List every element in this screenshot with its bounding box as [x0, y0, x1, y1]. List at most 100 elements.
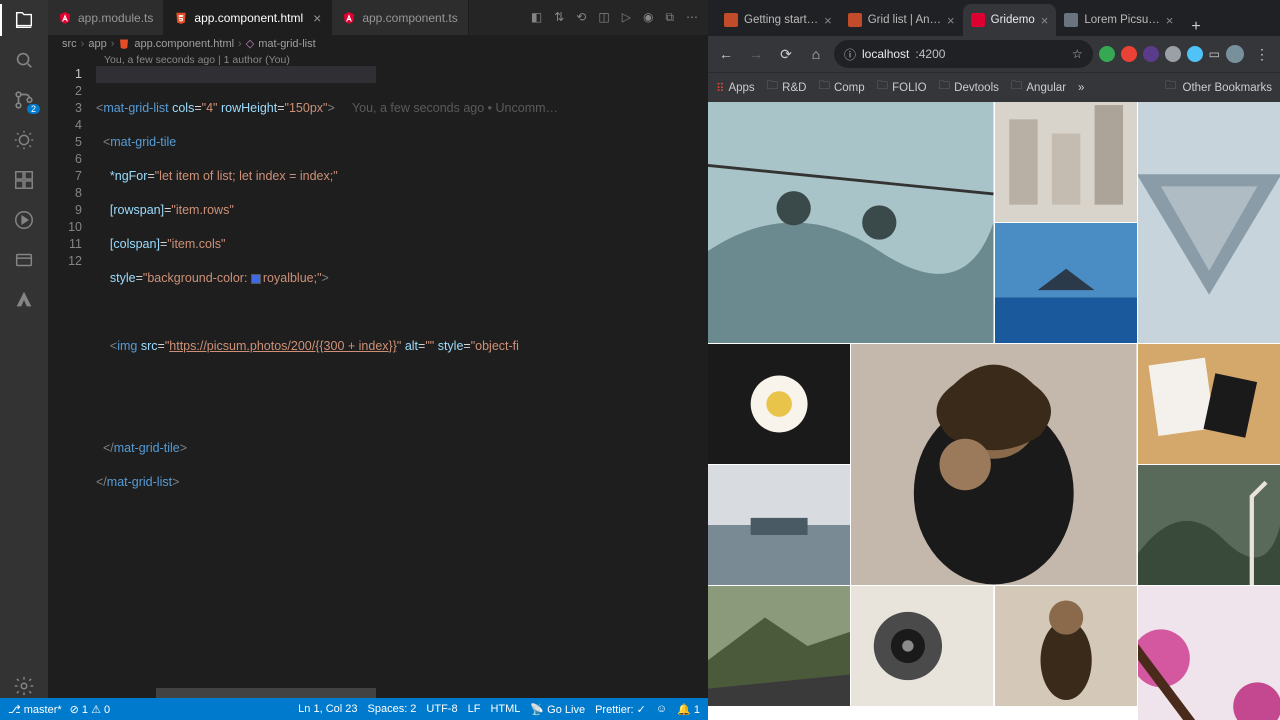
- tab-app-module[interactable]: app.module.ts: [48, 0, 164, 35]
- chrome-tab-getting-started[interactable]: Getting start… ×: [716, 4, 840, 36]
- tab-label: Lorem Picsu…: [1084, 14, 1159, 26]
- split-icon[interactable]: ◫: [598, 10, 609, 25]
- star-icon[interactable]: ☆: [1072, 47, 1083, 61]
- url-host: localhost: [862, 47, 909, 61]
- other-bookmarks[interactable]: 🗀Other Bookmarks: [1165, 78, 1272, 97]
- cast-icon[interactable]: ▭: [1209, 47, 1220, 61]
- extensions-icon[interactable]: [12, 168, 36, 192]
- codelens[interactable]: You, a few seconds ago | 1 author (You): [48, 54, 708, 66]
- extension-icon[interactable]: [1099, 46, 1115, 62]
- chrome-tab-lorempicsum[interactable]: Lorem Picsu… ×: [1056, 4, 1181, 36]
- tab-label: Grid list | An…: [868, 14, 941, 26]
- layout-icon[interactable]: ⧉: [665, 10, 674, 25]
- bookmark-folder[interactable]: 🗀Comp: [818, 78, 864, 97]
- page-viewport[interactable]: [708, 102, 1280, 720]
- close-icon[interactable]: ×: [947, 13, 955, 28]
- open-changes-icon[interactable]: ⟲: [576, 10, 586, 25]
- container-icon[interactable]: [12, 248, 36, 272]
- status-bar: ⎇ master* ⊘ 1 ⚠ 0 Ln 1, Col 23 Spaces: 2…: [0, 698, 708, 720]
- feedback-icon[interactable]: ☺: [656, 703, 667, 715]
- scm-badge: 2: [27, 104, 40, 114]
- close-icon[interactable]: ×: [1041, 13, 1049, 28]
- close-icon[interactable]: ×: [313, 10, 321, 26]
- vscode-main: 2 app.module.ts app.component.html× app.…: [0, 0, 708, 698]
- grid-tile: [1138, 344, 1280, 464]
- bookmarks-overflow[interactable]: »: [1078, 82, 1084, 94]
- chrome-tab-gridlist[interactable]: Grid list | An… ×: [840, 4, 963, 36]
- apps-button[interactable]: ⠿Apps: [716, 81, 755, 95]
- editor-tab-row: app.module.ts app.component.html× app.co…: [48, 0, 708, 35]
- extension-icon[interactable]: [1165, 46, 1181, 62]
- cursor-position[interactable]: Ln 1, Col 23: [298, 703, 357, 715]
- encoding-indicator[interactable]: UTF-8: [426, 703, 457, 715]
- color-swatch-icon[interactable]: [251, 274, 261, 284]
- favicon-icon: [724, 13, 738, 27]
- profile-icon[interactable]: [1226, 45, 1244, 63]
- tab-app-component-html[interactable]: app.component.html×: [164, 0, 332, 35]
- code-editor[interactable]: 123456789101112 <mat-grid-list cols="4" …: [48, 66, 708, 688]
- bookmark-folder[interactable]: 🗀FOLIO: [877, 78, 927, 97]
- breadcrumbs[interactable]: src› app› app.component.html› ◇ mat-grid…: [48, 35, 708, 52]
- breadcrumb-item[interactable]: src: [62, 38, 77, 50]
- line-gutter: 123456789101112: [48, 66, 96, 688]
- tab-label: Getting start…: [744, 14, 818, 26]
- grid-tile: [708, 102, 994, 343]
- tab-label: app.component.ts: [362, 11, 457, 25]
- home-button[interactable]: ⌂: [804, 42, 828, 66]
- language-indicator[interactable]: HTML: [490, 703, 520, 715]
- extension-icon[interactable]: [1121, 46, 1137, 62]
- favicon-icon: [1064, 13, 1078, 27]
- grid-tile: [708, 586, 850, 706]
- new-tab-button[interactable]: +: [1181, 18, 1210, 36]
- chrome-toolbar: ← → ⟳ ⌂ ⓘ localhost :4200 ☆ ▭ ⋮: [708, 36, 1280, 72]
- blame-annotation: You, a few seconds ago • Uncomm…: [352, 101, 558, 115]
- chrome-tab-gridemo[interactable]: Gridemo×: [963, 4, 1057, 36]
- prettier-indicator[interactable]: Prettier: ✓: [595, 703, 646, 716]
- close-icon[interactable]: ×: [1166, 13, 1174, 28]
- extension-icon[interactable]: [1143, 46, 1159, 62]
- more-icon[interactable]: ⋯: [686, 10, 698, 25]
- address-bar[interactable]: ⓘ localhost :4200 ☆: [834, 40, 1093, 68]
- eol-indicator[interactable]: LF: [468, 703, 481, 715]
- grid-tile: [851, 586, 993, 706]
- bookmark-folder[interactable]: 🗀Devtools: [939, 78, 999, 97]
- back-button[interactable]: ←: [714, 42, 738, 66]
- preview-icon[interactable]: ▷: [622, 10, 631, 25]
- azure-icon[interactable]: [12, 288, 36, 312]
- bookmark-folder[interactable]: 🗀Angular: [1011, 78, 1066, 97]
- problems-indicator[interactable]: ⊘ 1 ⚠ 0: [70, 703, 111, 716]
- explorer-icon[interactable]: [12, 8, 36, 32]
- close-icon[interactable]: ×: [824, 13, 832, 28]
- scm-icon[interactable]: 2: [12, 88, 36, 112]
- debug-icon[interactable]: [12, 128, 36, 152]
- reload-button[interactable]: ⟳: [774, 42, 798, 66]
- forward-button[interactable]: →: [744, 42, 768, 66]
- compare-icon[interactable]: ◧: [531, 10, 542, 25]
- bookmark-folder[interactable]: 🗀R&D: [767, 78, 807, 97]
- golive-button[interactable]: 📡 Go Live: [530, 703, 585, 716]
- tab-actions: ◧ ⇅ ⟲ ◫ ▷ ◉ ⧉ ⋯: [521, 10, 708, 25]
- extensions-row: ▭ ⋮: [1099, 42, 1274, 66]
- extension-icon[interactable]: [1187, 46, 1203, 62]
- indent-indicator[interactable]: Spaces: 2: [368, 703, 417, 715]
- branch-indicator[interactable]: ⎇ master*: [8, 703, 62, 716]
- grid-tile: [1138, 465, 1280, 585]
- grid-tile: [708, 344, 850, 464]
- search-icon[interactable]: [12, 48, 36, 72]
- menu-icon[interactable]: ⋮: [1250, 42, 1274, 66]
- run-icon[interactable]: [12, 208, 36, 232]
- code-content[interactable]: <mat-grid-list cols="4" rowHeight="150px…: [96, 66, 708, 688]
- site-info-icon[interactable]: ⓘ: [844, 46, 856, 63]
- horizontal-scrollbar[interactable]: [96, 688, 708, 698]
- run-icon[interactable]: ◉: [643, 10, 653, 25]
- breadcrumb-item[interactable]: app.component.html: [134, 38, 234, 50]
- tab-label: app.module.ts: [78, 11, 153, 25]
- tab-app-component-ts[interactable]: app.component.ts: [332, 0, 468, 35]
- breadcrumb-item[interactable]: mat-grid-list: [258, 38, 315, 50]
- diff-icon[interactable]: ⇅: [554, 10, 564, 25]
- breadcrumb-item[interactable]: app: [88, 38, 106, 50]
- grid-tile: [851, 344, 1137, 585]
- settings-gear-icon[interactable]: [12, 674, 36, 698]
- url-port: :4200: [915, 47, 945, 61]
- notifications-icon[interactable]: 🔔 1: [677, 703, 700, 716]
